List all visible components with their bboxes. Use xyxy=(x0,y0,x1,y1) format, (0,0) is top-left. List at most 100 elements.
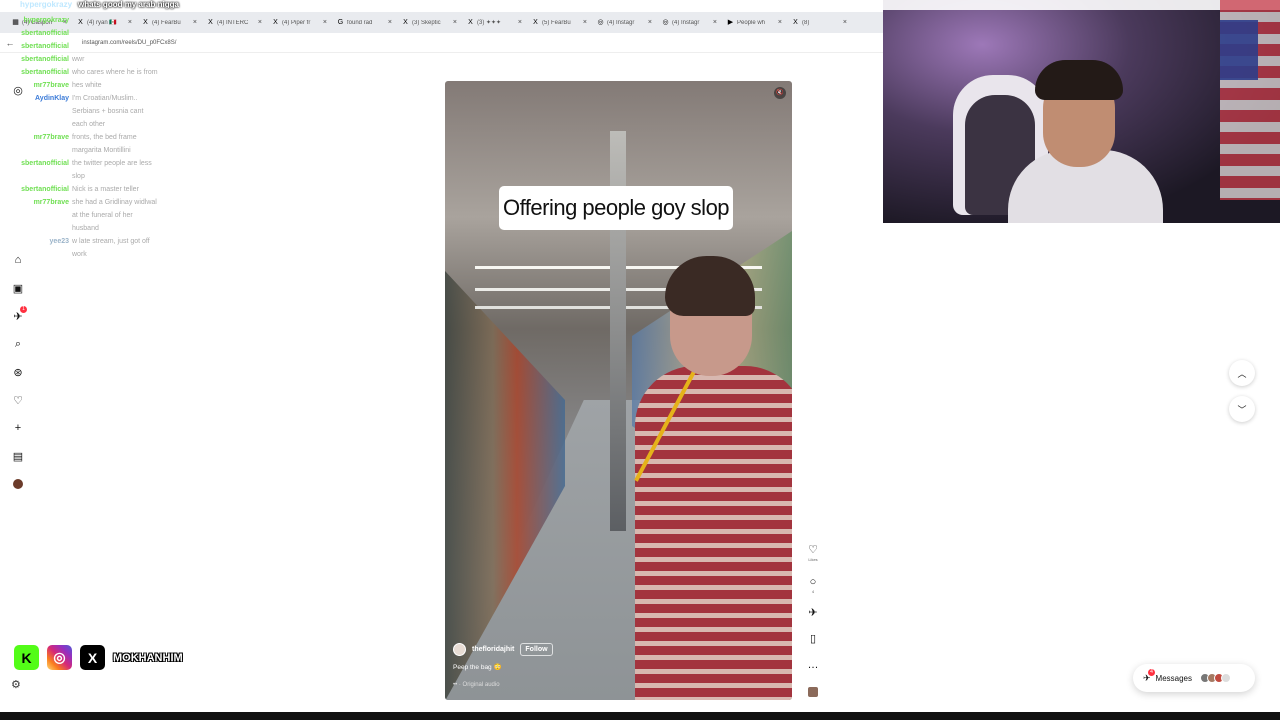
chat-message: yee23 w late stream, just got off xyxy=(12,235,187,248)
messages-icon[interactable]: ✈ 1 xyxy=(8,306,28,326)
browser-tab[interactable]: X (3) ✦✦✦ × xyxy=(463,15,526,31)
reel-audio[interactable]: •• · Original audio xyxy=(453,682,500,688)
tab-label: found rad xyxy=(347,19,373,26)
browser-tab[interactable]: X (4) Piper fr × xyxy=(268,15,331,31)
chevron-up-icon: ︿ xyxy=(1237,368,1247,379)
chat-message: mr77brave fronts, the bed frame xyxy=(12,131,187,144)
tab-label: People wh xyxy=(737,19,766,26)
stream-chat: hypergokrazy sbertanofficial sbertanoffici… xyxy=(12,14,187,261)
browser-tab[interactable]: X (5) FearBu × xyxy=(528,15,591,31)
tab-favicon-icon: ◎ xyxy=(597,19,604,26)
browser-tab[interactable]: X (4) INTERC × xyxy=(203,15,266,31)
explore-icon[interactable]: ⊛ xyxy=(8,362,28,382)
reels-icon[interactable]: ▣ xyxy=(8,278,28,298)
chat-text: wwr xyxy=(72,56,85,63)
chat-message: sbertanofficial xyxy=(12,40,187,53)
follow-button[interactable]: Follow xyxy=(520,643,553,656)
tab-favicon-icon: X xyxy=(793,19,798,26)
browser-tab[interactable]: ◎ (4) Instagr × xyxy=(593,15,656,31)
chat-username: mr77brave xyxy=(33,82,69,89)
close-icon[interactable]: × xyxy=(518,19,522,26)
x-icon: X xyxy=(80,645,105,670)
mute-icon[interactable]: 🔇 xyxy=(774,87,786,99)
chat-username: mr77brave xyxy=(33,199,69,206)
tab-favicon-icon: X xyxy=(533,19,538,26)
browser-tab[interactable]: X (8) × xyxy=(788,15,851,31)
close-icon[interactable]: × xyxy=(778,19,782,26)
settings-icon[interactable]: ⚙ xyxy=(11,678,21,691)
close-icon[interactable]: × xyxy=(388,19,392,26)
chat-text: who cares where he is from xyxy=(72,69,158,76)
chat-username xyxy=(12,209,72,222)
browser-tab[interactable]: X (3) Skeptic × xyxy=(398,15,461,31)
chat-text: Serbians + bosnia cant xyxy=(72,108,144,115)
chat-message: sbertanofficial who cares where he is fro… xyxy=(12,66,187,79)
close-icon[interactable]: × xyxy=(583,19,587,26)
create-icon[interactable]: + xyxy=(8,418,28,438)
tab-label: (4) Instagr xyxy=(607,19,635,26)
search-icon[interactable]: ⌕ xyxy=(8,334,28,354)
profile-avatar[interactable] xyxy=(8,474,28,494)
chat-username: sbertanofficial xyxy=(21,186,69,193)
chat-message: sbertanofficial the twitter people are le… xyxy=(12,157,187,170)
owner-username[interactable]: thefloridajhit xyxy=(472,646,514,653)
chat-username xyxy=(12,118,72,131)
tab-label: (4) Instagr xyxy=(672,19,700,26)
send-icon: ✈ xyxy=(808,607,818,619)
tab-favicon-icon: X xyxy=(208,19,213,26)
tab-label: (3) Skeptic xyxy=(412,19,441,26)
chat-username xyxy=(12,144,72,157)
chat-text: at the funeral of her xyxy=(72,212,133,219)
comment-button[interactable]: ○ 4 xyxy=(803,575,823,594)
close-icon[interactable]: × xyxy=(258,19,262,26)
reel-video[interactable]: Offering people goy slop 🔇 thefloridajhi… xyxy=(445,81,792,700)
close-icon[interactable]: × xyxy=(648,19,652,26)
chat-username: sbertanofficial xyxy=(21,43,69,50)
close-icon[interactable]: × xyxy=(323,19,327,26)
chat-text: w late stream, just got off xyxy=(72,238,150,245)
heart-icon[interactable]: ♡ xyxy=(8,390,28,410)
messages-pill[interactable]: ✈ 4 Messages xyxy=(1133,664,1255,692)
bookmark-icon: ▯ xyxy=(809,633,817,645)
chat-username: yee23 xyxy=(49,238,69,245)
close-icon[interactable]: × xyxy=(453,19,457,26)
browser-tab[interactable]: ▶ People wh × xyxy=(723,15,786,31)
chat-username xyxy=(12,222,72,235)
notification-badge: 1 xyxy=(20,306,27,313)
chat-message: sbertanofficial Nick is a master teller xyxy=(12,183,187,196)
like-button[interactable]: ♡ Likes xyxy=(803,543,823,562)
chat-message: AydinKlay I'm Croatian/Muslim.. xyxy=(12,92,187,105)
chat-message: mr77brave hes white xyxy=(12,79,187,92)
chat-username: hypergokrazy xyxy=(23,17,69,24)
more-button[interactable]: … xyxy=(803,658,823,672)
screen: hypergokrazy whats good my arab nigga ▦(… xyxy=(0,0,1280,720)
comment-icon: ○ xyxy=(809,576,817,588)
close-icon[interactable]: × xyxy=(193,19,197,26)
close-icon[interactable]: × xyxy=(713,19,717,26)
chat-message: husband xyxy=(12,222,187,235)
tab-label: (4) INTERC xyxy=(217,19,249,26)
likes-label: Likes xyxy=(808,557,818,562)
previous-reel-button[interactable]: ︿ xyxy=(1229,360,1255,386)
chevron-down-icon: ﹀ xyxy=(1237,404,1247,415)
reel-caption: Offering people goy slop xyxy=(499,186,733,230)
heart-icon: ♡ xyxy=(808,544,818,556)
share-button[interactable]: ✈ xyxy=(803,606,823,620)
tab-favicon-icon: X xyxy=(403,19,408,26)
next-reel-button[interactable]: ﹀ xyxy=(1229,396,1255,422)
close-icon[interactable]: × xyxy=(843,19,847,26)
audio-thumbnail[interactable] xyxy=(808,687,818,697)
chat-message: at the funeral of her xyxy=(12,209,187,222)
messages-badge: 4 xyxy=(1148,668,1155,676)
tab-label: (8) xyxy=(802,19,810,26)
browser-tab[interactable]: ◎ (4) Instagr × xyxy=(658,15,721,31)
owner-avatar[interactable] xyxy=(453,643,466,656)
dashboard-icon[interactable]: ▤ xyxy=(8,446,28,466)
tab-favicon-icon: G xyxy=(337,19,344,26)
tab-label: (3) ✦✦✦ xyxy=(477,20,502,26)
chat-message: sbertanofficial wwr xyxy=(12,53,187,66)
browser-tab[interactable]: Gfound rad × xyxy=(333,15,396,31)
chat-username: sbertanofficial xyxy=(21,30,69,37)
save-button[interactable]: ▯ xyxy=(803,632,823,646)
social-handle: MOKHANHIM xyxy=(113,651,183,664)
